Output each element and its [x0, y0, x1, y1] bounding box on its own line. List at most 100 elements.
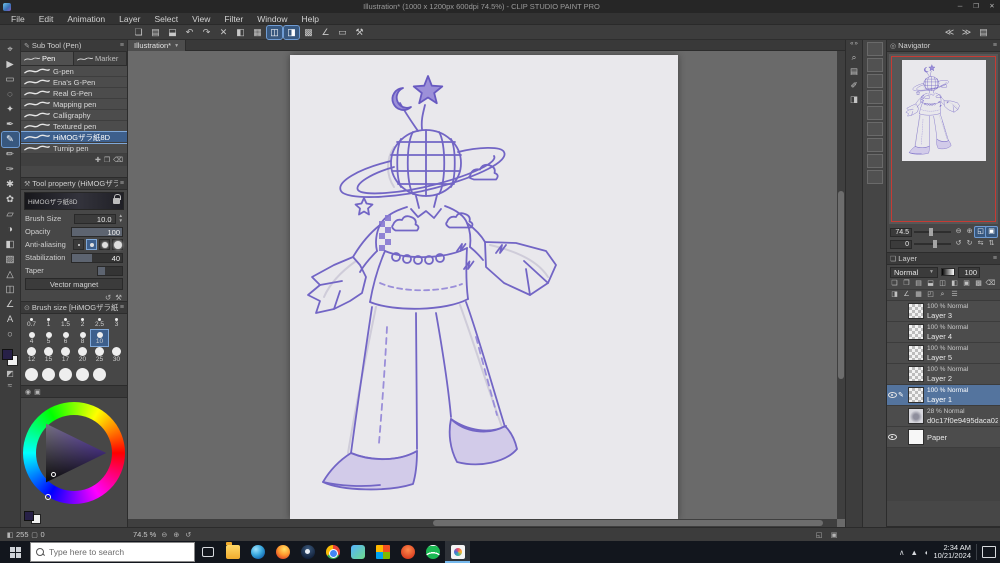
grid-icon[interactable]: ▦	[250, 26, 265, 39]
close-button[interactable]: ✕	[984, 1, 1000, 13]
brush-item[interactable]: Textured pen	[21, 121, 127, 132]
lasso-tool-icon[interactable]: ◌	[2, 87, 19, 102]
menu-item[interactable]: Help	[294, 13, 325, 25]
brush-item[interactable]: HiMOGザラ紙8D	[21, 131, 127, 144]
brush-size-cell[interactable]: 6	[57, 330, 74, 346]
brush-item[interactable]: Calligraphy	[21, 110, 127, 121]
save-icon[interactable]: ⬓	[165, 26, 180, 39]
brush-size-cell[interactable]: 3	[108, 315, 125, 330]
brush-size-cell[interactable]: 2.5	[91, 315, 108, 330]
taper-gauge[interactable]	[97, 265, 123, 276]
volume-icon[interactable]: ◖	[924, 548, 929, 557]
menu-item[interactable]: Edit	[32, 13, 61, 25]
frame-tool-icon[interactable]: ◫	[2, 282, 19, 297]
snap-special-ruler-icon[interactable]: ◨	[283, 24, 300, 40]
merge-layer-icon[interactable]: ◫	[937, 279, 948, 289]
scrollbar-thumb[interactable]	[432, 520, 823, 526]
panel-menu-icon[interactable]: ≡	[120, 42, 124, 49]
brush-size-cell[interactable]: 12	[23, 346, 40, 364]
new-vector-layer-icon[interactable]: ❐	[901, 279, 912, 289]
material-thumb-icon[interactable]	[866, 138, 883, 152]
balloon-tool-icon[interactable]: ○	[2, 327, 19, 342]
panel-menu-icon[interactable]: ≡	[120, 180, 124, 187]
stabilization-gauge[interactable]: 40	[71, 252, 123, 263]
canvas[interactable]	[290, 55, 678, 519]
workspace-icon[interactable]: ▤	[976, 26, 991, 39]
aa-middle-button[interactable]	[99, 239, 110, 250]
brush-size-cell[interactable]	[40, 364, 57, 384]
color-square-icon[interactable]: ▣	[34, 388, 41, 396]
new-folder-icon[interactable]: ▤	[913, 279, 924, 289]
add-subtool-icon[interactable]: ✚	[95, 156, 101, 164]
fill-icon[interactable]: ◧	[233, 26, 248, 39]
layer-thumbnail[interactable]	[908, 324, 924, 340]
rotate-right-icon[interactable]: ↻	[964, 239, 975, 249]
color-swatches[interactable]	[1, 348, 19, 368]
brush-size-cell[interactable]: 17	[57, 346, 74, 364]
zoom-out-icon[interactable]: ⊖	[158, 531, 170, 539]
canvas-zoom-value[interactable]: 74.5	[133, 530, 148, 539]
hue-cursor[interactable]	[45, 494, 51, 500]
menu-item[interactable]: Layer	[112, 13, 147, 25]
layer-row[interactable]: ✎ 100 % Normal Layer 4	[887, 322, 1000, 343]
wand-tool-icon[interactable]: ✦	[2, 102, 19, 117]
brush-size-cell[interactable]: 20	[74, 346, 91, 364]
delete-layer-icon[interactable]: ⌫	[985, 279, 996, 289]
firefox-icon[interactable]	[270, 541, 295, 563]
collapse-right-icon[interactable]: ≫	[959, 26, 974, 39]
lock-icon[interactable]	[113, 194, 121, 204]
search-input[interactable]	[49, 547, 189, 557]
gradient-tool-icon[interactable]: ▨	[2, 252, 19, 267]
blend-tool-icon[interactable]: ◑	[2, 222, 19, 237]
snap-ruler-icon[interactable]: ◫	[266, 24, 283, 40]
brush-size-cell[interactable]	[23, 364, 40, 384]
zoom-slider[interactable]	[914, 228, 951, 236]
panel-menu-icon[interactable]: ≡	[993, 255, 997, 262]
brush-size-cell[interactable]: 30	[108, 346, 125, 364]
brush-item[interactable]: Ena's G-Pen	[21, 77, 127, 88]
brush-item[interactable]: Turnip pen	[21, 143, 127, 154]
horizontal-scrollbar[interactable]	[128, 519, 837, 527]
rotate-reset-icon[interactable]: ↺	[182, 531, 194, 539]
material-thumb-icon[interactable]	[866, 58, 883, 72]
subtool-tab[interactable]: Marker	[74, 52, 127, 65]
taskbar-search[interactable]	[30, 542, 195, 562]
sv-cursor[interactable]	[51, 472, 56, 477]
fit-screen-icon[interactable]: ◱	[974, 226, 987, 238]
clipping-icon[interactable]: ◧	[949, 279, 960, 289]
notification-center-icon[interactable]	[982, 546, 996, 558]
menu-item[interactable]: Select	[147, 13, 185, 25]
two-pane-icon[interactable]: ◰	[925, 290, 936, 300]
brush-size-cell[interactable]: 5	[40, 330, 57, 346]
settings-icon[interactable]: ⚒	[352, 26, 367, 39]
rotate-left-icon[interactable]: ↺	[953, 239, 964, 249]
menu-item[interactable]: Filter	[217, 13, 250, 25]
ruler-tool-icon[interactable]: ∠	[2, 297, 19, 312]
lock-layer-icon[interactable]: ▣	[961, 279, 972, 289]
actual-size-icon[interactable]: ▣	[985, 226, 998, 238]
ruler-layer-icon[interactable]: ∠	[901, 290, 912, 300]
opacity-gauge[interactable]: 100	[71, 226, 123, 237]
layer-row[interactable]: ✎ Paper	[887, 427, 1000, 448]
panel-menu-icon[interactable]: ≡	[120, 304, 124, 311]
brave-icon[interactable]	[395, 541, 420, 563]
layer-mask-icon[interactable]: ◨	[889, 290, 900, 300]
menu-item[interactable]: Window	[250, 13, 294, 25]
document-tab[interactable]: Illustration* ▼	[128, 40, 187, 51]
delete-subtool-icon[interactable]: ⌫	[113, 156, 123, 164]
wrench-icon[interactable]: ⚒	[115, 293, 122, 302]
task-view-icon[interactable]	[195, 541, 220, 563]
decoration-tool-icon[interactable]: ✿	[2, 192, 19, 207]
brush-item[interactable]: G-pen	[21, 66, 127, 77]
brush-size-cell[interactable]	[91, 364, 108, 384]
layer-thumbnail[interactable]	[908, 345, 924, 361]
flip-vertical-icon[interactable]: ⇅	[986, 239, 997, 249]
menu-item[interactable]: View	[185, 13, 217, 25]
layer-row[interactable]: ✎ 100 % Normal Layer 2	[887, 364, 1000, 385]
subtool-tab[interactable]: Pen	[21, 52, 74, 65]
brush-size-cell[interactable]: 1.5	[57, 315, 74, 330]
move-tool-icon[interactable]: ▶	[2, 57, 19, 72]
material-thumb-icon[interactable]	[866, 122, 883, 136]
new-canvas-icon[interactable]: ❏	[131, 26, 146, 39]
transfer-layer-icon[interactable]: ⬓	[925, 279, 936, 289]
